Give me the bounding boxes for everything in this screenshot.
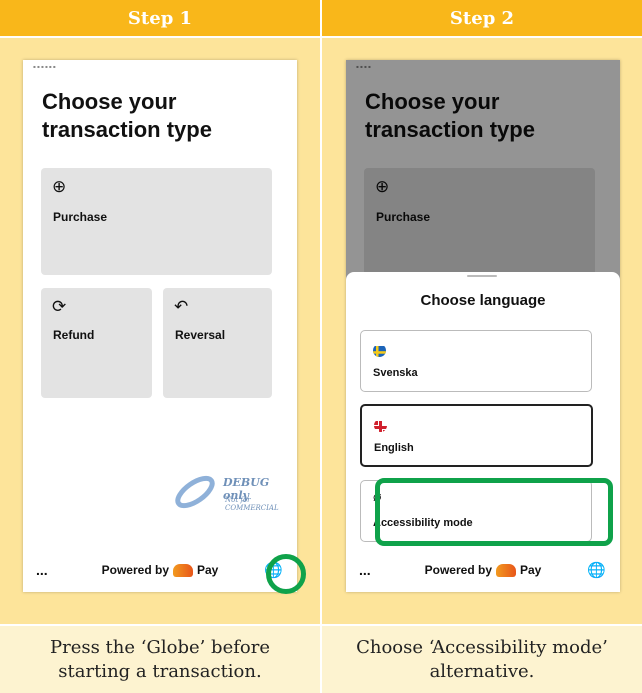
step-2-panel: ▪ ▪ ▪ ▪ Choose your transaction type ⊕ P… xyxy=(322,38,642,624)
sheet-drag-handle[interactable] xyxy=(467,275,497,277)
reversal-tile[interactable]: ↶ Reversal xyxy=(163,288,272,398)
more-button[interactable]: ... xyxy=(36,562,48,578)
page-title: Choose your transaction type xyxy=(42,89,212,142)
screen-footer: ... Powered by Pay 🌐 xyxy=(23,548,297,592)
step-2-header: Step 2 xyxy=(322,0,642,36)
powered-by-label: Powered by Pay xyxy=(101,562,219,578)
reverse-icon: ↶ xyxy=(174,297,189,317)
uk-flag-icon xyxy=(374,419,387,432)
purchase-tile[interactable]: ⊕ Purchase xyxy=(41,168,272,275)
refund-tile[interactable]: ⟳ Refund xyxy=(41,288,152,398)
tile-label: Refund xyxy=(53,328,95,342)
sweden-flag-icon xyxy=(373,344,386,357)
globe-icon[interactable]: 🌐 xyxy=(587,561,606,579)
tile-label: Purchase xyxy=(53,210,108,224)
more-button[interactable]: ... xyxy=(359,562,371,578)
pay-logo-icon xyxy=(173,564,193,578)
language-option-english[interactable]: English xyxy=(360,404,593,467)
step-1-panel: ▪ ▪ ▪ ▪ ▪ ▪ Choose your transaction type… xyxy=(0,38,320,624)
debug-watermark: DEBUG only Not for COMMERCIAL xyxy=(173,472,293,512)
step-1-header: Step 1 xyxy=(0,0,320,36)
language-option-svenska[interactable]: Svenska xyxy=(360,330,592,392)
tile-label: Reversal xyxy=(175,328,226,342)
plus-circle-icon: ⊕ xyxy=(52,177,67,197)
powered-by-label: Powered by Pay xyxy=(424,562,542,578)
pay-logo-icon xyxy=(496,564,516,578)
sheet-title: Choose language xyxy=(420,292,546,309)
refresh-icon: ⟳ xyxy=(52,297,67,317)
accessibility-highlight-ring xyxy=(375,478,613,546)
globe-highlight-ring xyxy=(266,554,306,594)
step-1-caption: Press the ‘Globe’ before starting a trans… xyxy=(0,626,320,693)
step-2-caption: Choose ‘Accessibility mode’ alternative. xyxy=(322,626,642,693)
step-1-phone-screen: ▪ ▪ ▪ ▪ ▪ ▪ Choose your transaction type… xyxy=(23,60,297,592)
screen-footer: ... Powered by Pay 🌐 xyxy=(346,548,620,592)
status-bar: ▪ ▪ ▪ ▪ ▪ ▪ xyxy=(33,64,56,69)
